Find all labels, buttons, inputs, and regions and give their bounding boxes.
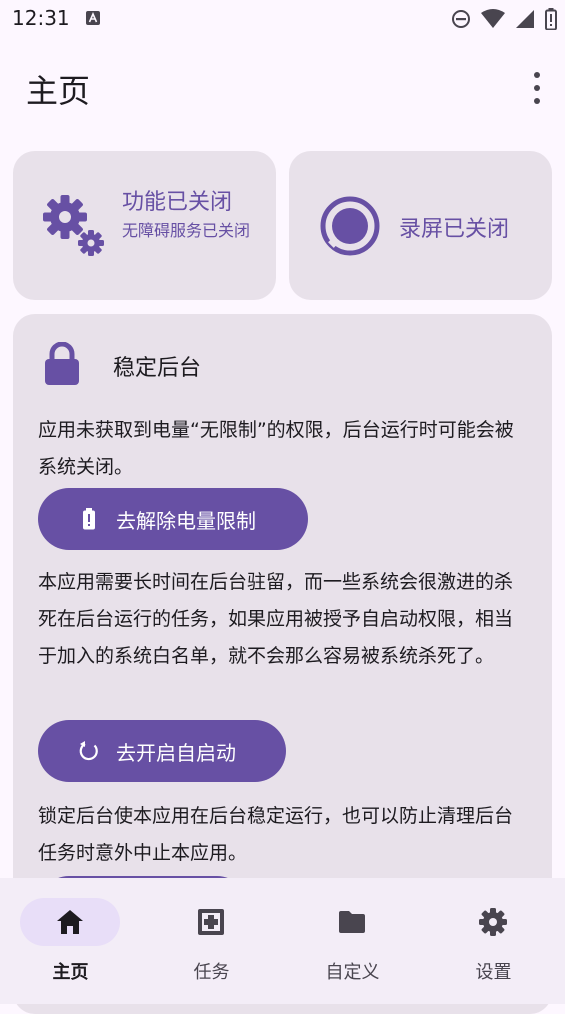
autostart-description: 本应用需要长时间在后台驻留，而一些系统会很激进的杀死在后台运行的任务，如果应用被… (38, 571, 514, 667)
nav-label-tasks: 任务 (193, 962, 230, 983)
stable-background-title: 稳定后台 (113, 356, 202, 381)
tasks-icon (198, 909, 224, 935)
record-status-card[interactable]: 录屏已关闭 (289, 151, 552, 300)
page-title: 主页 (26, 72, 91, 110)
settings-icon (479, 908, 507, 936)
function-status-card[interactable]: 功能已关闭 无障碍服务已关闭 (13, 151, 276, 300)
nav-label-settings: 设置 (475, 962, 512, 983)
remove-battery-limit-button[interactable]: 去解除电量限制 (38, 488, 308, 550)
do-not-disturb-icon (452, 10, 470, 28)
refresh-icon (78, 740, 100, 762)
wifi-icon (481, 9, 505, 28)
nav-item-settings[interactable]: 设置 (423, 878, 564, 1004)
nav-item-custom[interactable]: 自定义 (282, 878, 423, 1004)
record-status-title: 录屏已关闭 (399, 217, 510, 242)
status-time: 12:31 (12, 6, 70, 30)
keyboard-a-icon (86, 11, 100, 25)
gears-icon (43, 195, 104, 256)
signal-icon (516, 10, 534, 28)
nav-label-home: 主页 (52, 962, 89, 983)
battery-description: 应用未获取到电量“无限制”的权限，后台运行时可能会被系统关闭。 (38, 419, 514, 478)
nav-item-home[interactable]: 主页 (0, 878, 141, 1004)
lock-icon (45, 342, 79, 385)
battery-alert-icon (78, 508, 100, 530)
enable-autostart-button[interactable]: 去开启自启动 (38, 720, 286, 782)
function-status-subtitle: 无障碍服务已关闭 (122, 221, 251, 240)
nav-label-custom: 自定义 (325, 962, 380, 983)
remove-battery-limit-label: 去解除电量限制 (116, 508, 256, 533)
nav-item-tasks[interactable]: 任务 (141, 878, 282, 1004)
lock-background-description: 锁定后台使本应用在后台稳定运行，也可以防止清理后台任务时意外中止本应用。 (38, 805, 514, 864)
more-options-icon[interactable] (531, 72, 543, 104)
home-icon (57, 910, 83, 934)
folder-icon (339, 911, 365, 933)
battery-icon (545, 8, 557, 30)
enable-autostart-label: 去开启自启动 (116, 740, 236, 765)
bottom-navigation: 主页 任务 自定义 设置 (0, 878, 565, 1004)
function-status-title: 功能已关闭 (122, 190, 233, 215)
record-icon (320, 196, 380, 256)
status-bar: 12:31 (0, 0, 565, 40)
